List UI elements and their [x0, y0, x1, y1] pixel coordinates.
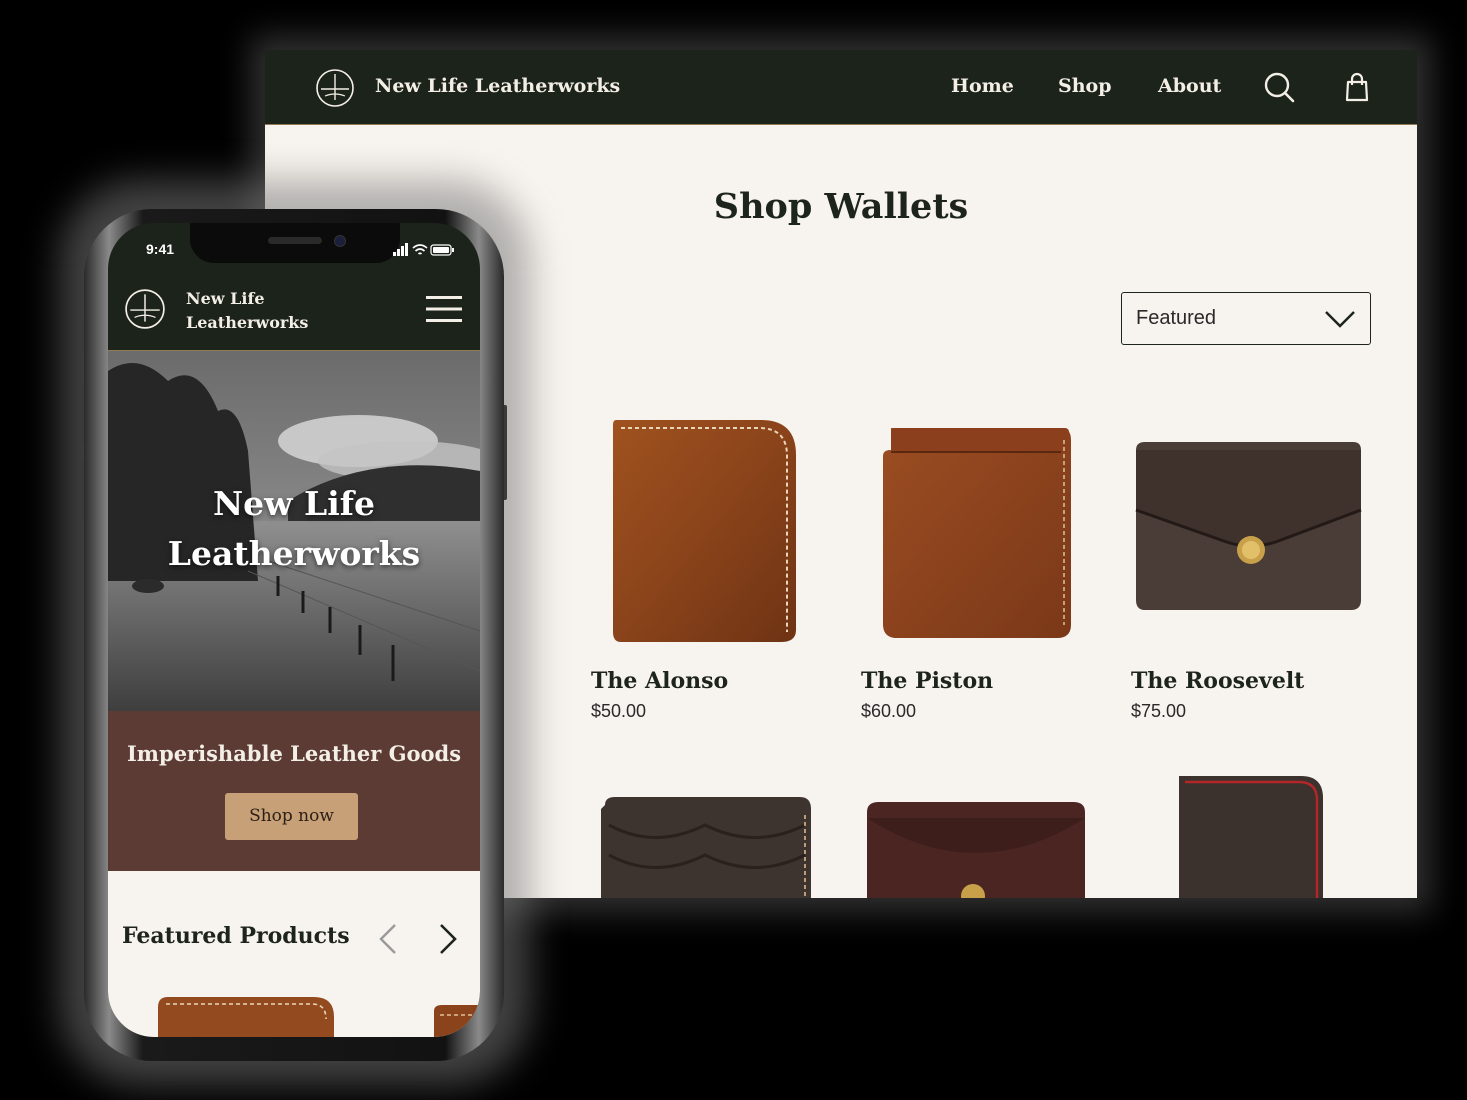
product-name[interactable]: The Roosevelt: [1131, 668, 1304, 694]
featured-products-section: Featured Products: [108, 871, 480, 1037]
wifi-icon: [412, 244, 428, 255]
product-name[interactable]: The Alonso: [591, 668, 728, 694]
product-card-roosevelt[interactable]: The Roosevelt $75.00: [1131, 410, 1371, 721]
search-icon[interactable]: [1263, 71, 1295, 103]
tagline: Imperishable Leather Goods: [126, 741, 462, 766]
wallet-thumbnail[interactable]: [430, 1003, 480, 1037]
product-card-piston[interactable]: The Piston $60.00: [861, 410, 1101, 721]
wallet-image: [867, 802, 1085, 898]
mobile-header: New Life Leatherworks: [108, 271, 480, 351]
front-camera: [334, 235, 346, 247]
compass-logo-icon[interactable]: [315, 68, 355, 108]
mobile-home-page: 9:41 New Life Leatherworks New Life Leat…: [108, 223, 480, 1037]
wallet-thumbnail[interactable]: [154, 995, 336, 1037]
chevron-right-icon[interactable]: [438, 923, 458, 955]
wallet-image: [883, 428, 1071, 638]
promo-band: Imperishable Leather Goods Shop now: [108, 711, 480, 871]
chevron-left-icon[interactable]: [378, 923, 398, 955]
product-price: $60.00: [861, 701, 917, 721]
featured-title: Featured Products: [122, 923, 350, 949]
product-name[interactable]: The Piston: [861, 668, 993, 694]
sort-dropdown[interactable]: Featured: [1121, 292, 1371, 345]
status-time: 9:41: [146, 241, 175, 257]
nav-home[interactable]: Home: [951, 75, 1014, 97]
compass-logo-icon[interactable]: [124, 288, 166, 330]
chevron-down-icon: [1325, 311, 1355, 328]
brand-line-2: Leatherworks: [186, 313, 309, 332]
hero-title-line-1: New Life: [213, 484, 375, 523]
shop-now-button[interactable]: Shop now: [225, 793, 358, 840]
wallet-image: [613, 420, 796, 642]
brand-name[interactable]: New Life Leatherworks: [375, 75, 620, 97]
brand-line-1: New Life: [186, 289, 265, 308]
hero-banner: New Life Leatherworks: [108, 351, 480, 711]
status-icons: [393, 243, 454, 256]
product-price: $75.00: [1131, 701, 1187, 721]
product-card-alonso[interactable]: The Alonso $50.00: [591, 410, 831, 721]
hamburger-menu-icon[interactable]: [426, 295, 462, 323]
nav-about[interactable]: About: [1158, 75, 1221, 97]
wallet-image: [1179, 776, 1323, 898]
shopping-bag-icon[interactable]: [1341, 71, 1373, 103]
product-price: $50.00: [591, 701, 647, 721]
phone-notch: [190, 223, 400, 263]
wallet-image: [601, 797, 811, 898]
battery-icon: [430, 244, 454, 256]
signal-icon: [393, 243, 408, 256]
sort-selected-value: Featured: [1136, 307, 1217, 329]
hero-title: New Life Leatherworks: [108, 479, 480, 579]
hero-title-line-2: Leatherworks: [167, 534, 421, 573]
nav-shop[interactable]: Shop: [1058, 75, 1112, 97]
site-header: New Life Leatherworks Home Shop About: [265, 50, 1417, 125]
wallet-image: [1135, 442, 1362, 610]
speaker-grille: [268, 237, 322, 244]
mobile-brand-name[interactable]: New Life Leatherworks: [186, 287, 366, 335]
